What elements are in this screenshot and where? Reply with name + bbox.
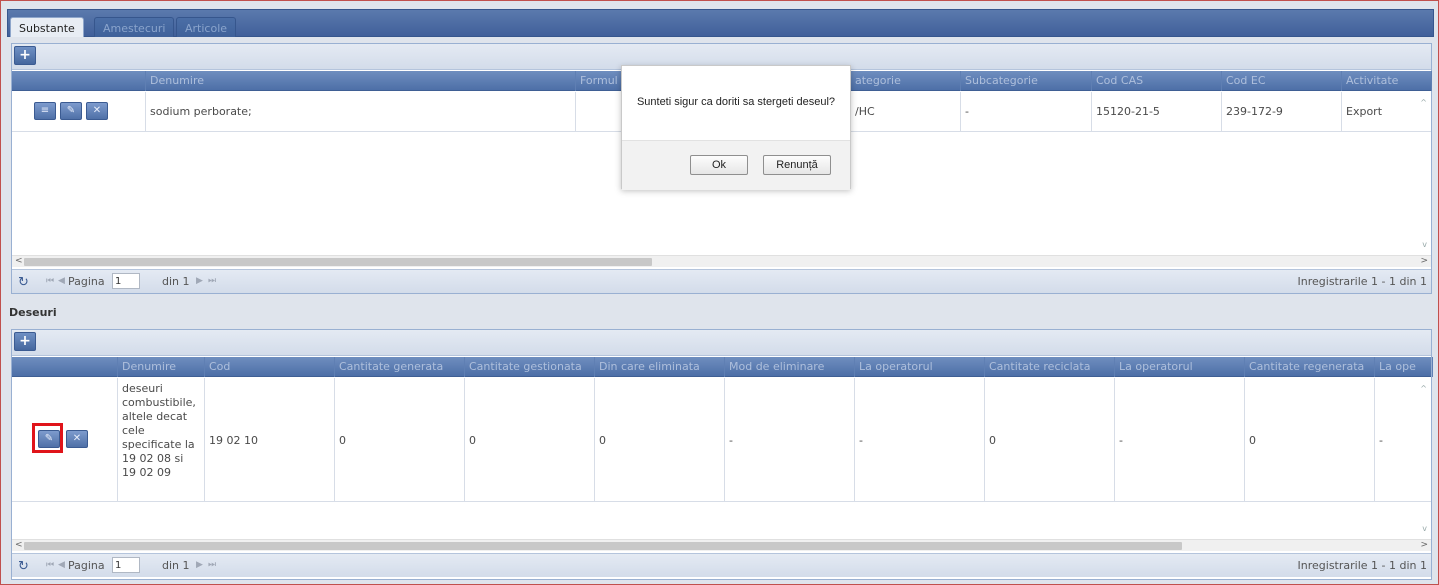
row-actions — [12, 378, 118, 501]
cell-la-operatorul-1: - — [855, 378, 985, 501]
column-actions — [12, 357, 118, 377]
edit-icon-highlight — [32, 423, 63, 453]
tab-articole[interactable]: Articole — [176, 17, 237, 39]
column-cantitate-reciclata[interactable]: Cantitate reciclata — [985, 357, 1115, 377]
deseuri-toolbar: + — [12, 330, 1431, 356]
prev-page-icon[interactable]: ◀ — [58, 560, 65, 570]
first-page-icon[interactable]: ⏮ — [46, 560, 54, 570]
column-la-operatorul-2[interactable]: La operatorul — [1115, 357, 1245, 377]
column-mod-eliminare[interactable]: Mod de eliminare — [725, 357, 855, 377]
column-cod-ec[interactable]: Cod EC — [1222, 71, 1342, 91]
scroll-up-icon[interactable]: ^ — [1420, 98, 1427, 107]
column-cantitate-regenerata[interactable]: Cantitate regenerata — [1245, 357, 1375, 377]
edit-icon[interactable] — [60, 102, 82, 120]
tab-amestecuri[interactable]: Amestecuri — [94, 17, 175, 39]
next-page-icon[interactable]: ▶ — [196, 276, 203, 286]
tab-bar: Substante Amestecuri Articole — [7, 9, 1434, 39]
scroll-right-icon[interactable]: > — [1420, 256, 1428, 266]
table-row[interactable]: deseuri combustibile, altele decat cele … — [12, 378, 1431, 502]
cell-categorie: /HC — [851, 92, 961, 131]
refresh-icon[interactable]: ↻ — [18, 559, 29, 574]
cell-denumire: deseuri combustibile, altele decat cele … — [118, 378, 205, 501]
confirm-dialog: Sunteti sigur ca doriti sa stergeti dese… — [621, 65, 851, 190]
cell-mod-eliminare: - — [725, 378, 855, 501]
app-frame: Substante Amestecuri Articole + Denumire… — [0, 0, 1439, 585]
scroll-up-icon[interactable]: ^ — [1420, 384, 1427, 393]
substante-pager: ↻ ⏮ ◀ Pagina din 1 ▶ ⏭ Inregistrarile 1 … — [12, 269, 1431, 293]
column-la-operatorul-3[interactable]: La ope — [1375, 357, 1433, 377]
column-actions — [12, 71, 146, 91]
cell-din-care-eliminata: 0 — [595, 378, 725, 501]
column-cod[interactable]: Cod — [205, 357, 335, 377]
column-subcategorie[interactable]: Subcategorie — [961, 71, 1092, 91]
column-cantitate-generata[interactable]: Cantitate generata — [335, 357, 465, 377]
records-count: Inregistrarile 1 - 1 din 1 — [1297, 275, 1427, 288]
column-activitate[interactable]: Activitate — [1342, 71, 1432, 91]
dialog-message: Sunteti sigur ca doriti sa stergeti dese… — [636, 96, 836, 108]
cell-subcategorie: - — [961, 92, 1092, 131]
delete-icon[interactable] — [66, 430, 88, 448]
next-page-icon[interactable]: ▶ — [196, 560, 203, 570]
cell-cod: 19 02 10 — [205, 378, 335, 501]
scroll-left-icon[interactable]: < — [15, 540, 23, 550]
deseuri-grid: + Denumire Cod Cantitate generata Cantit… — [11, 329, 1433, 580]
row-actions — [12, 92, 146, 131]
column-din-care-eliminata[interactable]: Din care eliminata — [595, 357, 725, 377]
page-label: Pagina — [68, 559, 105, 572]
page-of-label: din 1 — [162, 275, 190, 288]
substante-hscrollbar[interactable]: < > — [12, 255, 1431, 267]
column-categorie[interactable]: ategorie — [851, 71, 961, 91]
cell-la-operatorul-3: - — [1379, 434, 1383, 447]
hscroll-thumb[interactable] — [24, 542, 1182, 550]
last-page-icon[interactable]: ⏭ — [208, 560, 216, 570]
page-of-label: din 1 — [162, 559, 190, 572]
cancel-button[interactable]: Renunță — [763, 155, 831, 175]
cell-cantitate-gestionata: 0 — [465, 378, 595, 501]
tab-substante[interactable]: Substante — [10, 17, 84, 39]
column-cantitate-gestionata[interactable]: Cantitate gestionata — [465, 357, 595, 377]
hscroll-thumb[interactable] — [24, 258, 652, 266]
cell-cod-cas: 15120-21-5 — [1092, 92, 1222, 131]
scroll-down-icon[interactable]: v — [1422, 524, 1427, 533]
cell-cod-ec: 239-172-9 — [1222, 92, 1342, 131]
column-la-operatorul-1[interactable]: La operatorul — [855, 357, 985, 377]
ok-button[interactable]: Ok — [690, 155, 748, 175]
column-cod-cas[interactable]: Cod CAS — [1092, 71, 1222, 91]
first-page-icon[interactable]: ⏮ — [46, 276, 54, 286]
dialog-footer: Ok Renunță — [622, 140, 850, 190]
deseuri-pager: ↻ ⏮ ◀ Pagina din 1 ▶ ⏭ Inregistrarile 1 … — [12, 553, 1431, 577]
prev-page-icon[interactable]: ◀ — [58, 276, 65, 286]
records-count: Inregistrarile 1 - 1 din 1 — [1297, 559, 1427, 572]
cell-cantitate-generata: 0 — [335, 378, 465, 501]
column-denumire[interactable]: Denumire — [146, 71, 576, 91]
scroll-down-icon[interactable]: v — [1422, 240, 1427, 249]
add-substanta-button[interactable]: + — [14, 46, 36, 65]
cell-activitate: Export — [1346, 105, 1383, 118]
scroll-right-icon[interactable]: > — [1420, 540, 1428, 550]
scroll-left-icon[interactable]: < — [15, 256, 23, 266]
cell-denumire: sodium perborate; — [146, 92, 576, 131]
refresh-icon[interactable]: ↻ — [18, 275, 29, 290]
cell-cantitate-reciclata: 0 — [985, 378, 1115, 501]
column-denumire[interactable]: Denumire — [118, 357, 205, 377]
view-icon[interactable] — [34, 102, 56, 120]
deseuri-title: Deseuri — [9, 306, 57, 319]
delete-icon[interactable] — [86, 102, 108, 120]
cell-la-operatorul-2: - — [1115, 378, 1245, 501]
cell-cantitate-regenerata: 0 — [1245, 378, 1375, 501]
page-input[interactable] — [112, 273, 140, 289]
add-deseu-button[interactable]: + — [14, 332, 36, 351]
page-label: Pagina — [68, 275, 105, 288]
deseuri-hscrollbar[interactable]: < > — [12, 539, 1431, 551]
page-input[interactable] — [112, 557, 140, 573]
last-page-icon[interactable]: ⏭ — [208, 276, 216, 286]
deseuri-header: Denumire Cod Cantitate generata Cantitat… — [12, 357, 1433, 377]
